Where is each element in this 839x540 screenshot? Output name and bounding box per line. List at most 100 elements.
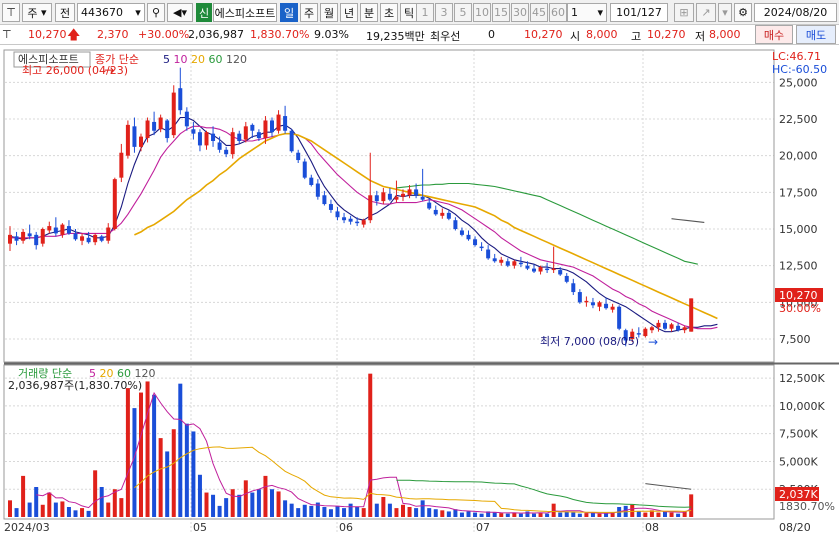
volume-bar: [636, 511, 641, 517]
collapse-icon[interactable]: ⊤: [2, 28, 12, 41]
low-arrow-icon: →: [648, 335, 658, 349]
candle-body: [348, 218, 353, 222]
gear-icon[interactable]: ⚙: [734, 3, 752, 22]
volume-bar: [381, 497, 386, 517]
volume-bar: [643, 512, 648, 517]
candle-body: [649, 327, 654, 331]
candle-body: [250, 124, 255, 131]
volume-bar: [165, 451, 170, 517]
sell-button[interactable]: 매도: [796, 25, 836, 44]
period-tab[interactable]: 주: [300, 3, 318, 22]
volume-bar: [171, 429, 176, 517]
candle-body: [276, 114, 281, 131]
candle-body: [184, 111, 189, 127]
volume-bar: [296, 508, 301, 517]
minute-option[interactable]: 60: [549, 3, 567, 22]
unit-selector[interactable]: 1 ▾: [567, 3, 607, 22]
hc-label: HC:-60.50: [772, 63, 827, 76]
candle-body: [270, 120, 274, 133]
volume-bar: [53, 502, 58, 517]
candle-body: [368, 195, 373, 221]
candle-body: [492, 258, 497, 262]
info-high: 10,270: [647, 28, 686, 41]
volume-bar: [66, 507, 71, 517]
minute-option[interactable]: 3: [435, 3, 453, 22]
ma-legend-item: 120: [223, 53, 248, 66]
volume-bar: [433, 509, 438, 517]
candle-body: [387, 193, 392, 200]
volume-bar: [532, 513, 536, 517]
buy-button[interactable]: 매수: [755, 25, 793, 44]
info-change-pct: +30.00%: [138, 28, 190, 41]
volume-bar: [178, 383, 183, 517]
minute-option[interactable]: 15: [492, 3, 510, 22]
candle-body: [479, 246, 484, 249]
volume-bar: [211, 494, 216, 517]
candle-body: [328, 204, 333, 210]
candle-body: [119, 152, 124, 178]
stock-chart[interactable]: 7,50010,00012,50015,00017,50020,00022,50…: [0, 45, 839, 540]
volume-bar: [689, 494, 694, 517]
period-tab[interactable]: 초: [380, 3, 398, 22]
volume-bar: [289, 503, 294, 517]
date-field[interactable]: 2024/08/20: [754, 3, 837, 22]
ma-legend: 5 10 20 60 120: [163, 53, 247, 66]
candle-body: [407, 189, 412, 196]
volume-bar: [545, 513, 550, 517]
market-selector[interactable]: 주 ▾: [22, 3, 52, 22]
prev-button[interactable]: 전: [55, 3, 75, 22]
x-tick-label: 08: [645, 521, 659, 534]
crosshair-icon[interactable]: ⊞: [674, 3, 694, 22]
volume-bar: [571, 512, 576, 517]
volume-bar: [459, 512, 464, 517]
volume-bar: [40, 504, 45, 517]
stock-name[interactable]: 에스피소프트: [213, 3, 277, 22]
candle-body: [27, 233, 32, 237]
volume-bar: [191, 431, 196, 517]
candle-body: [538, 267, 543, 272]
candle-body: [669, 324, 674, 329]
minute-option[interactable]: 45: [530, 3, 548, 22]
candle-body: [211, 133, 216, 141]
minute-option[interactable]: 5: [454, 3, 472, 22]
volume-bar: [237, 494, 242, 517]
period-tab[interactable]: 년: [340, 3, 358, 22]
candle-body: [8, 234, 12, 244]
volume-bar: [256, 489, 261, 517]
expand-icon[interactable]: ▾: [718, 3, 732, 22]
volume-bar: [302, 504, 307, 517]
period-tab[interactable]: 월: [320, 3, 338, 22]
volume-bar: [466, 511, 471, 517]
volume-bar: [551, 503, 556, 517]
x-tick-label: 05: [193, 521, 207, 534]
volume-bar: [270, 489, 274, 517]
speaker-icon[interactable]: ◀▾: [167, 3, 193, 22]
period-tab[interactable]: 일: [280, 3, 298, 22]
minute-option[interactable]: 10: [473, 3, 491, 22]
candle-body: [604, 303, 609, 309]
code-dropdown-icon[interactable]: ▾: [131, 5, 145, 20]
candle-body: [571, 283, 576, 293]
volume-bar: [217, 505, 222, 517]
candle-body: [499, 259, 504, 263]
minute-option[interactable]: 1: [416, 3, 434, 22]
volume-bar: [47, 492, 52, 517]
volume-bar: [243, 480, 248, 517]
chart-menu-icon[interactable]: ⊤: [2, 3, 20, 22]
trend-icon[interactable]: ↗: [696, 3, 716, 22]
info-volume: 2,036,987: [188, 28, 244, 41]
volume-bar: [184, 423, 189, 517]
volume-bar: [99, 487, 104, 517]
period-tab[interactable]: 분: [360, 3, 378, 22]
candle-body: [21, 231, 26, 241]
candle-body: [505, 261, 510, 266]
volume-bar: [440, 510, 445, 517]
x-tick-label: 08/20: [779, 521, 811, 534]
volume-bar: [86, 510, 91, 517]
volume-bar: [21, 475, 26, 517]
candle-body: [610, 306, 615, 310]
minute-option[interactable]: 30: [511, 3, 529, 22]
search-icon[interactable]: ⚲: [147, 3, 165, 22]
candle-body: [14, 236, 19, 241]
candle-body: [656, 322, 661, 328]
